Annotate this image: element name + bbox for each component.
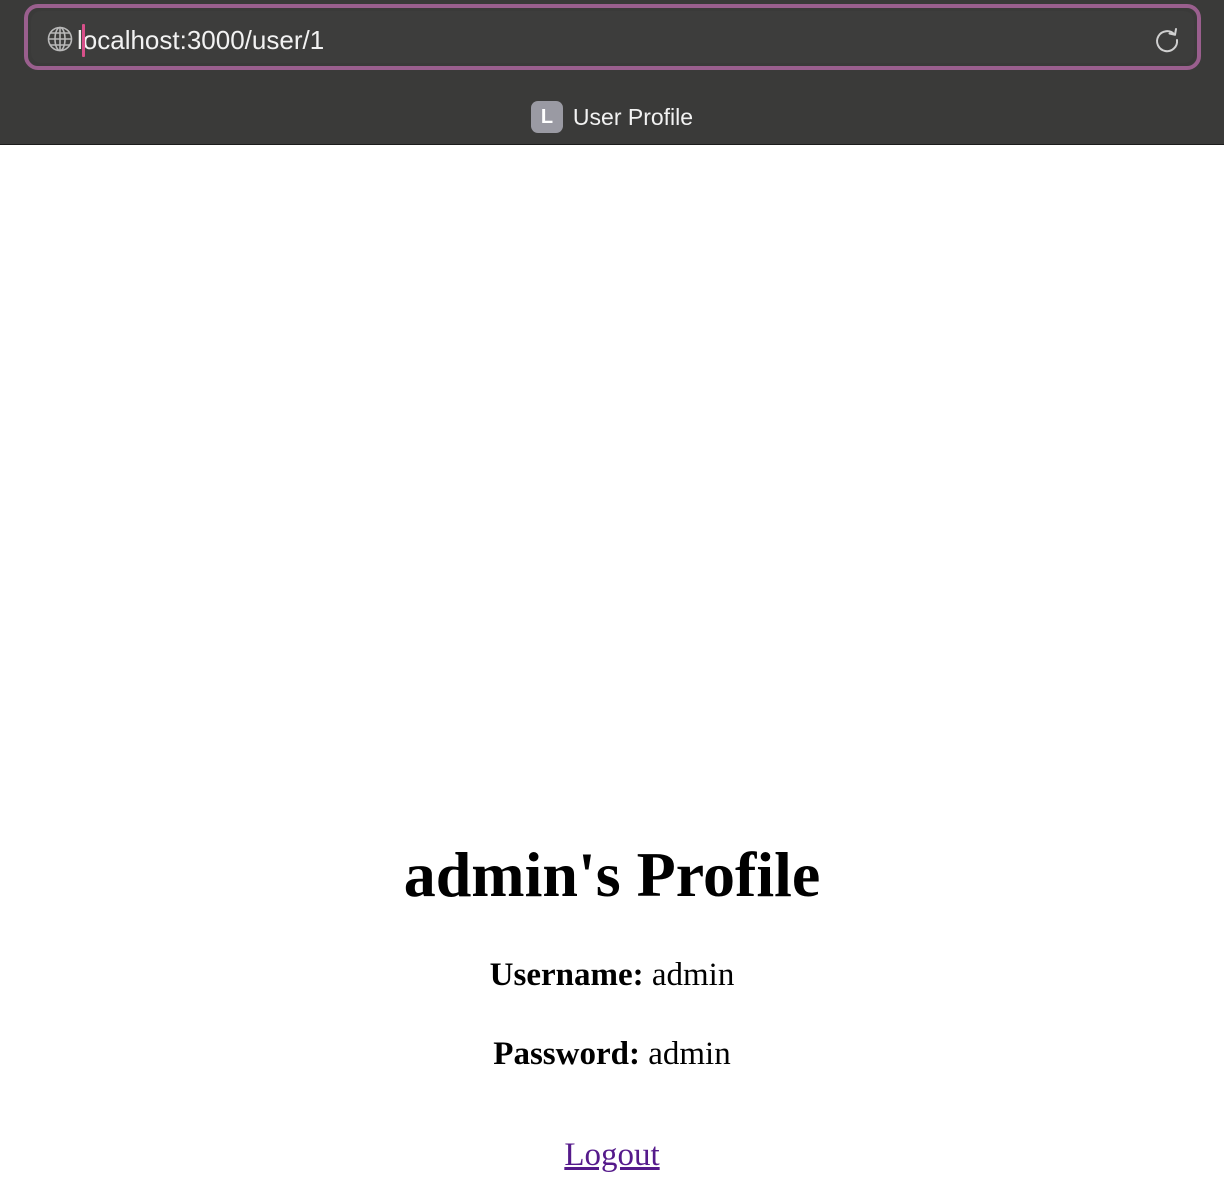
tab-title: User Profile — [572, 103, 694, 130]
username-row: Username: admin — [0, 952, 1224, 998]
password-label: Password: — [493, 1036, 640, 1072]
reload-icon[interactable] — [1152, 25, 1182, 55]
text-caret — [82, 24, 85, 57]
password-row: Password: admin — [0, 1031, 1224, 1077]
password-value: admin — [648, 1036, 731, 1072]
address-bar-field[interactable]: localhost:3000/user/1 — [31, 11, 1194, 63]
tab-user-profile[interactable]: L User Profile — [0, 101, 1224, 133]
address-bar[interactable]: localhost:3000/user/1 — [24, 4, 1201, 70]
globe-icon — [47, 26, 73, 52]
profile-content: admin's Profile Username: admin Password… — [0, 820, 1224, 1178]
browser-chrome: localhost:3000/user/1 L User Profile — [0, 0, 1224, 145]
username-value: admin — [651, 957, 735, 993]
logout-link[interactable]: Logout — [564, 1132, 659, 1178]
page-title: admin's Profile — [403, 839, 821, 910]
username-label: Username: — [489, 957, 644, 993]
favicon-icon: L — [530, 101, 563, 133]
url-text[interactable]: localhost:3000/user/1 — [77, 24, 324, 56]
